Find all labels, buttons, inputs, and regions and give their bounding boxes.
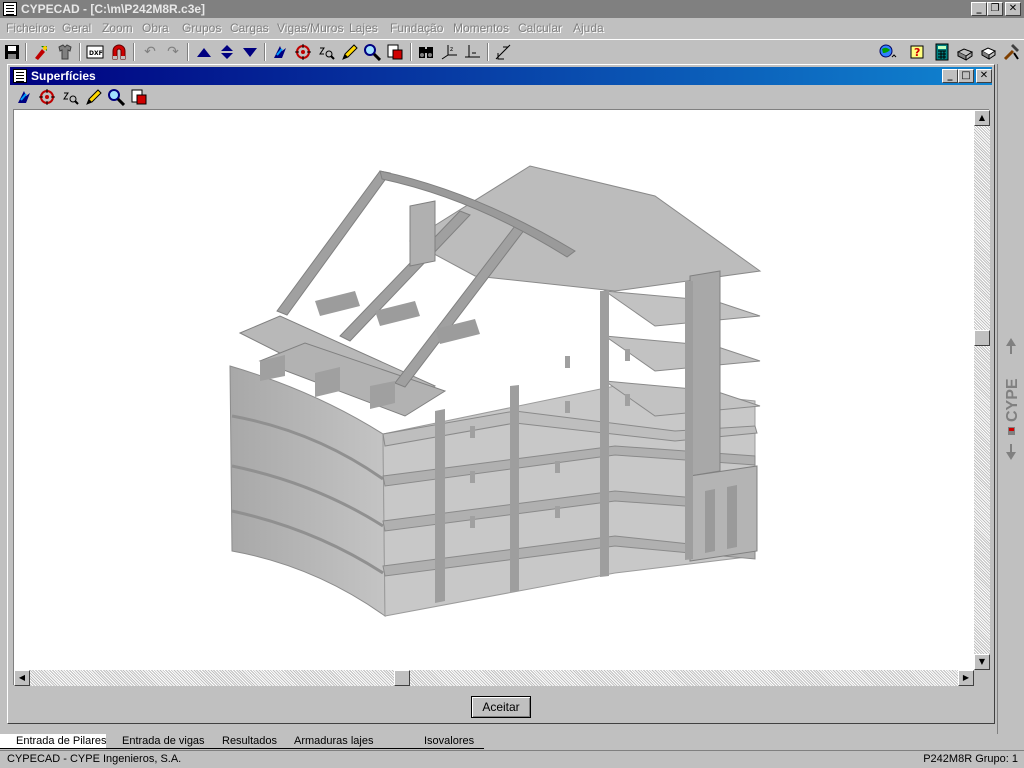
status-project-group: P242M8R Grupo: 1 — [923, 753, 1018, 765]
redraw-icon[interactable] — [385, 42, 405, 62]
zoom-window-icon[interactable] — [37, 87, 57, 107]
tab-resultados[interactable]: Resultados — [206, 734, 286, 749]
up-down-arrow-icon[interactable] — [217, 42, 237, 62]
tab-entrada-de-pilares[interactable]: Entrada de Pilares — [0, 734, 113, 749]
pencil-icon[interactable] — [83, 87, 103, 107]
menu-vigas-muros[interactable]: Vigas/Muros — [277, 21, 343, 35]
vertical-scroll-thumb[interactable] — [974, 330, 990, 346]
cype-logo-text: CYPE — [1004, 378, 1021, 422]
undo-icon[interactable]: ↶ — [140, 42, 160, 62]
printer-icon[interactable] — [955, 42, 975, 62]
menu-ajuda[interactable]: Ajuda — [573, 21, 604, 35]
side-panel: CYPE — [997, 64, 1024, 734]
up-arrow-icon[interactable] — [194, 42, 214, 62]
horizontal-scrollbar[interactable]: ◀ ▶ — [14, 670, 974, 686]
redraw-icon[interactable] — [129, 87, 149, 107]
tab-isovalores[interactable]: Isovalores — [408, 734, 484, 749]
menu-grupos[interactable]: Grupos — [182, 21, 221, 35]
menu-calcular[interactable]: Calcular — [518, 21, 562, 35]
tab-armaduras-lajes-vigotas[interactable]: Armaduras lajes vigotas — [278, 734, 414, 761]
menu-ficheiros[interactable]: Ficheiros — [6, 21, 55, 35]
minimize-button[interactable]: _ — [971, 2, 987, 16]
tab-bar: Entrada de Pilares Entrada de vigas Resu… — [0, 734, 1024, 761]
shirt-icon[interactable] — [55, 42, 75, 62]
close-button[interactable]: ✕ — [1005, 2, 1021, 16]
rotate-view-icon[interactable] — [270, 42, 290, 62]
scrollbar-corner — [974, 670, 990, 686]
status-company: CYPECAD - CYPE Ingenieros, S.A. — [7, 753, 182, 765]
redo-icon[interactable]: ↷ — [163, 42, 183, 62]
scroll-up-button[interactable]: ▲ — [974, 110, 990, 126]
print-preview-icon[interactable] — [978, 42, 998, 62]
scroll-right-button[interactable]: ▶ — [958, 670, 974, 686]
binoculars-icon[interactable] — [416, 42, 436, 62]
child-maximize-button[interactable]: □ — [958, 69, 974, 83]
main-toolbar: DXF ↶ ↷ z ? — [0, 39, 1024, 64]
menu-obra[interactable]: Obra — [142, 21, 169, 35]
view-toolbar — [10, 86, 992, 108]
superficies-window: Superfícies _ □ ✕ ▲ ▼ ◀ ▶ Aceitar — [7, 64, 995, 724]
magnifier-icon[interactable] — [106, 87, 126, 107]
child-close-button[interactable]: ✕ — [976, 69, 992, 83]
svg-text:DXF: DXF — [89, 50, 103, 57]
restore-button[interactable]: ❐ — [987, 2, 1003, 16]
window-menu-icon[interactable] — [13, 69, 27, 83]
down-arrow-icon[interactable] — [240, 42, 260, 62]
calculator-icon[interactable] — [932, 42, 952, 62]
menu-cargas[interactable]: Cargas — [230, 21, 269, 35]
scroll-down-button[interactable]: ▼ — [974, 654, 990, 670]
menu-momentos[interactable]: Momentos — [453, 21, 509, 35]
app-title-bar: CYPECAD - [C:\m\P242M8R.c3e] _ ❐ ✕ — [0, 0, 1024, 18]
measure-icon[interactable] — [493, 42, 513, 62]
zoom-icon[interactable] — [316, 42, 336, 62]
menu-geral[interactable]: Geral — [62, 21, 91, 35]
svg-text:z: z — [450, 46, 453, 53]
app-menu-icon[interactable] — [3, 2, 17, 16]
menu-fundacao[interactable]: Fundação — [390, 21, 443, 35]
save-icon[interactable] — [2, 42, 22, 62]
hammer-icon[interactable] — [1001, 42, 1021, 62]
tab-entrada-de-vigas[interactable]: Entrada de vigas — [106, 734, 212, 749]
status-bar: CYPECAD - CYPE Ingenieros, S.A. P242M8R … — [0, 750, 1024, 768]
building-model — [229, 165, 762, 617]
superficies-title: Superfícies — [31, 69, 96, 83]
rotate-view-icon[interactable] — [14, 87, 34, 107]
zoom-window-icon[interactable] — [293, 42, 313, 62]
accept-button[interactable]: Aceitar — [471, 696, 531, 718]
menu-bar: Ficheiros Geral Zoom Obra Grupos Cargas … — [0, 18, 1024, 38]
cype-logo: CYPE — [1004, 338, 1021, 460]
menu-lajes[interactable]: Lajes — [349, 21, 378, 35]
axes-icon[interactable]: z — [439, 42, 459, 62]
dxf-icon[interactable]: DXF — [85, 42, 105, 62]
scroll-left-button[interactable]: ◀ — [14, 670, 30, 686]
svg-text:?: ? — [914, 46, 920, 59]
horizontal-scroll-thumb[interactable] — [394, 670, 410, 686]
magnifier-icon[interactable] — [362, 42, 382, 62]
superficies-title-bar: Superfícies _ □ ✕ — [10, 67, 992, 85]
building-3d-view[interactable] — [15, 111, 974, 670]
zoom-icon[interactable] — [60, 87, 80, 107]
child-minimize-button[interactable]: _ — [942, 69, 958, 83]
help-icon[interactable]: ? — [908, 42, 928, 62]
axes-level-icon[interactable] — [462, 42, 482, 62]
menu-zoom[interactable]: Zoom — [102, 21, 133, 35]
pencil-icon[interactable] — [339, 42, 359, 62]
globe-icon[interactable] — [878, 42, 898, 62]
app-title: CYPECAD - [C:\m\P242M8R.c3e] — [21, 2, 206, 16]
vertical-scrollbar[interactable]: ▲ ▼ — [974, 110, 990, 670]
tool-icon[interactable] — [31, 42, 51, 62]
3d-viewport[interactable]: ▲ ▼ ◀ ▶ — [13, 109, 990, 686]
magnet-icon[interactable] — [109, 42, 129, 62]
